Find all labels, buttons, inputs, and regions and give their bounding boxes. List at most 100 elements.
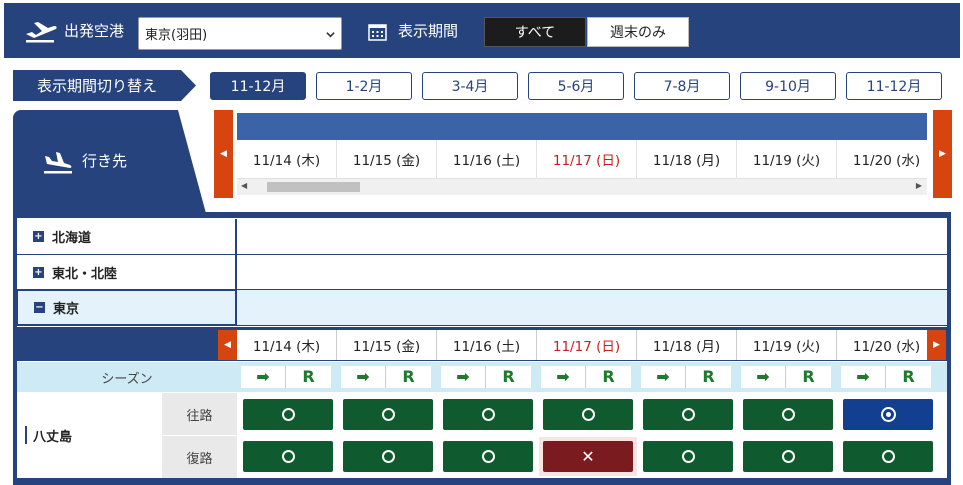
date-strip-bar xyxy=(237,113,927,140)
outbound-availability-5[interactable] xyxy=(643,399,733,430)
collapse-minus-icon[interactable]: − xyxy=(34,302,45,313)
date-strip: 11/14 (木) 11/15 (金) 11/16 (土) 11/17 (日) 11/1… xyxy=(237,140,927,178)
outbound-availability-6[interactable] xyxy=(743,399,833,430)
period-tab-3[interactable]: 3-4月 xyxy=(422,72,518,100)
arrow-right-icon: ➡ xyxy=(441,366,486,388)
scroll-right-icon[interactable]: ▶ xyxy=(916,181,922,190)
departure-airport-select[interactable]: 東京(羽田) xyxy=(138,17,342,50)
route-name: 八丈島 xyxy=(33,429,73,445)
inner-date-3: 11/16 (土) xyxy=(437,330,537,360)
season-cell: ➡ R xyxy=(341,366,431,388)
season-strip: ➡ R ➡ R ➡ R ➡ R ➡ R ➡ R ➡ R xyxy=(237,362,947,392)
outbound-availability-3[interactable] xyxy=(443,399,533,430)
region-row-tohoku-hokuriku[interactable]: + 東北・北陸 xyxy=(17,255,947,290)
outbound-availability-2[interactable] xyxy=(343,399,433,430)
return-availability-5[interactable] xyxy=(643,441,733,472)
inner-date-2: 11/15 (金) xyxy=(337,330,437,360)
arrow-right-icon: ➡ xyxy=(341,366,386,388)
header-date-2: 11/15 (金) xyxy=(337,140,437,178)
season-cell: ➡ R xyxy=(641,366,731,388)
scrollbar-thumb[interactable] xyxy=(267,182,360,192)
header-date-5: 11/18 (月) xyxy=(637,140,737,178)
dates-prev-button[interactable]: ◀ xyxy=(214,110,233,198)
region-label: 東北・北陸 xyxy=(52,266,118,282)
top-bar: 出発空港 東京(羽田) 表示期間 すべて 週末のみ xyxy=(4,3,960,58)
inner-date-6: 11/19 (火) xyxy=(737,330,837,360)
arrow-right-icon: ➡ xyxy=(541,366,586,388)
display-period-label: 表示期間 xyxy=(398,22,459,40)
region-name[interactable]: + 北海道 xyxy=(17,219,237,254)
available-circle-icon xyxy=(781,408,795,421)
period-tab-6[interactable]: 9-10月 xyxy=(740,72,836,100)
sold-out-x-icon: ✕ xyxy=(581,446,595,466)
season-r-mark: R xyxy=(802,367,815,386)
filter-weekend-button[interactable]: 週末のみ xyxy=(587,17,689,47)
season-cell: ➡ R xyxy=(741,366,831,388)
available-circle-icon xyxy=(381,450,395,463)
expand-plus-icon[interactable]: + xyxy=(33,266,44,278)
return-availability-6[interactable] xyxy=(743,441,833,472)
outbound-availability-4[interactable] xyxy=(543,399,633,430)
inner-date-1: 11/14 (木) xyxy=(237,330,337,360)
arrow-right-icon: ➡ xyxy=(241,366,286,388)
return-availability-7[interactable] xyxy=(843,441,933,472)
calendar-icon xyxy=(368,24,387,41)
scroll-left-icon[interactable]: ◀ xyxy=(241,181,247,190)
region-row-tokyo[interactable]: − 東京 xyxy=(17,290,947,326)
inner-dates-next-button[interactable]: ▶ xyxy=(927,330,946,360)
horizontal-scrollbar[interactable]: ◀ ▶ xyxy=(237,178,927,195)
outbound-availability-1[interactable] xyxy=(243,399,333,430)
available-circle-icon xyxy=(881,450,895,463)
available-circle-icon xyxy=(481,450,495,463)
inner-date-7: 11/20 (水) xyxy=(837,330,927,360)
airport-select-value: 東京(羽田) xyxy=(145,28,208,43)
dates-next-button[interactable]: ▶ xyxy=(933,110,952,198)
available-circle-icon xyxy=(681,450,695,463)
period-tab-1[interactable]: 11-12月 xyxy=(210,72,306,100)
destination-label: 行き先 xyxy=(82,152,128,170)
region-label: 東京 xyxy=(53,302,80,317)
period-tab-7[interactable]: 11-12月 xyxy=(846,72,942,100)
inner-dates-prev-button[interactable]: ◀ xyxy=(218,330,237,360)
season-r-mark: R xyxy=(902,367,915,386)
return-availability-2[interactable] xyxy=(343,441,433,472)
table-bottom-bar xyxy=(13,478,951,485)
header-date-3: 11/16 (土) xyxy=(437,140,537,178)
region-name[interactable]: + 東北・北陸 xyxy=(17,255,237,289)
region-name[interactable]: − 東京 xyxy=(17,290,237,325)
arrow-right-icon: ➡ xyxy=(741,366,786,388)
available-circle-icon xyxy=(281,408,295,421)
season-cell: ➡ R xyxy=(441,366,531,388)
season-r-mark: R xyxy=(302,367,315,386)
period-tab-2[interactable]: 1-2月 xyxy=(316,72,412,100)
season-r-mark: R xyxy=(402,367,415,386)
period-tab-5[interactable]: 7-8月 xyxy=(634,72,730,100)
available-circle-icon xyxy=(681,408,695,421)
return-availability-1[interactable] xyxy=(243,441,333,472)
outbound-availability-7[interactable] xyxy=(843,399,933,430)
arrow-right-icon: ➡ xyxy=(841,366,886,388)
available-circle-icon xyxy=(781,450,795,463)
header-date-7: 11/20 (水) xyxy=(837,140,927,178)
filter-all-button[interactable]: すべて xyxy=(484,17,586,47)
caret-right-icon: ▶ xyxy=(933,340,940,350)
plane-departure-icon xyxy=(26,22,57,43)
return-availability-3[interactable] xyxy=(443,441,533,472)
season-label: シーズン xyxy=(17,362,237,392)
outbound-label: 往路 xyxy=(162,393,237,435)
header-date-4: 11/17 (日) xyxy=(537,140,637,178)
region-row-hokkaido[interactable]: + 北海道 xyxy=(17,219,947,255)
available-circle-icon xyxy=(581,408,595,421)
caret-right-icon: ▶ xyxy=(939,149,946,159)
expand-plus-icon[interactable]: + xyxy=(33,231,44,242)
header-date-1: 11/14 (木) xyxy=(237,140,337,178)
departure-airport-label: 出発空港 xyxy=(64,22,125,40)
route-hachijojima: 八丈島 xyxy=(17,392,162,478)
inner-date-strip: 11/14 (木) 11/15 (金) 11/16 (土) 11/17 (日) 11/1… xyxy=(237,330,927,360)
chevron-down-icon xyxy=(326,32,335,38)
arrow-right-icon: ➡ xyxy=(641,366,686,388)
route-marker xyxy=(25,426,27,444)
period-tab-4[interactable]: 5-6月 xyxy=(528,72,624,100)
season-cell: ➡ R xyxy=(841,366,931,388)
return-availability-4: ✕ xyxy=(543,441,633,472)
